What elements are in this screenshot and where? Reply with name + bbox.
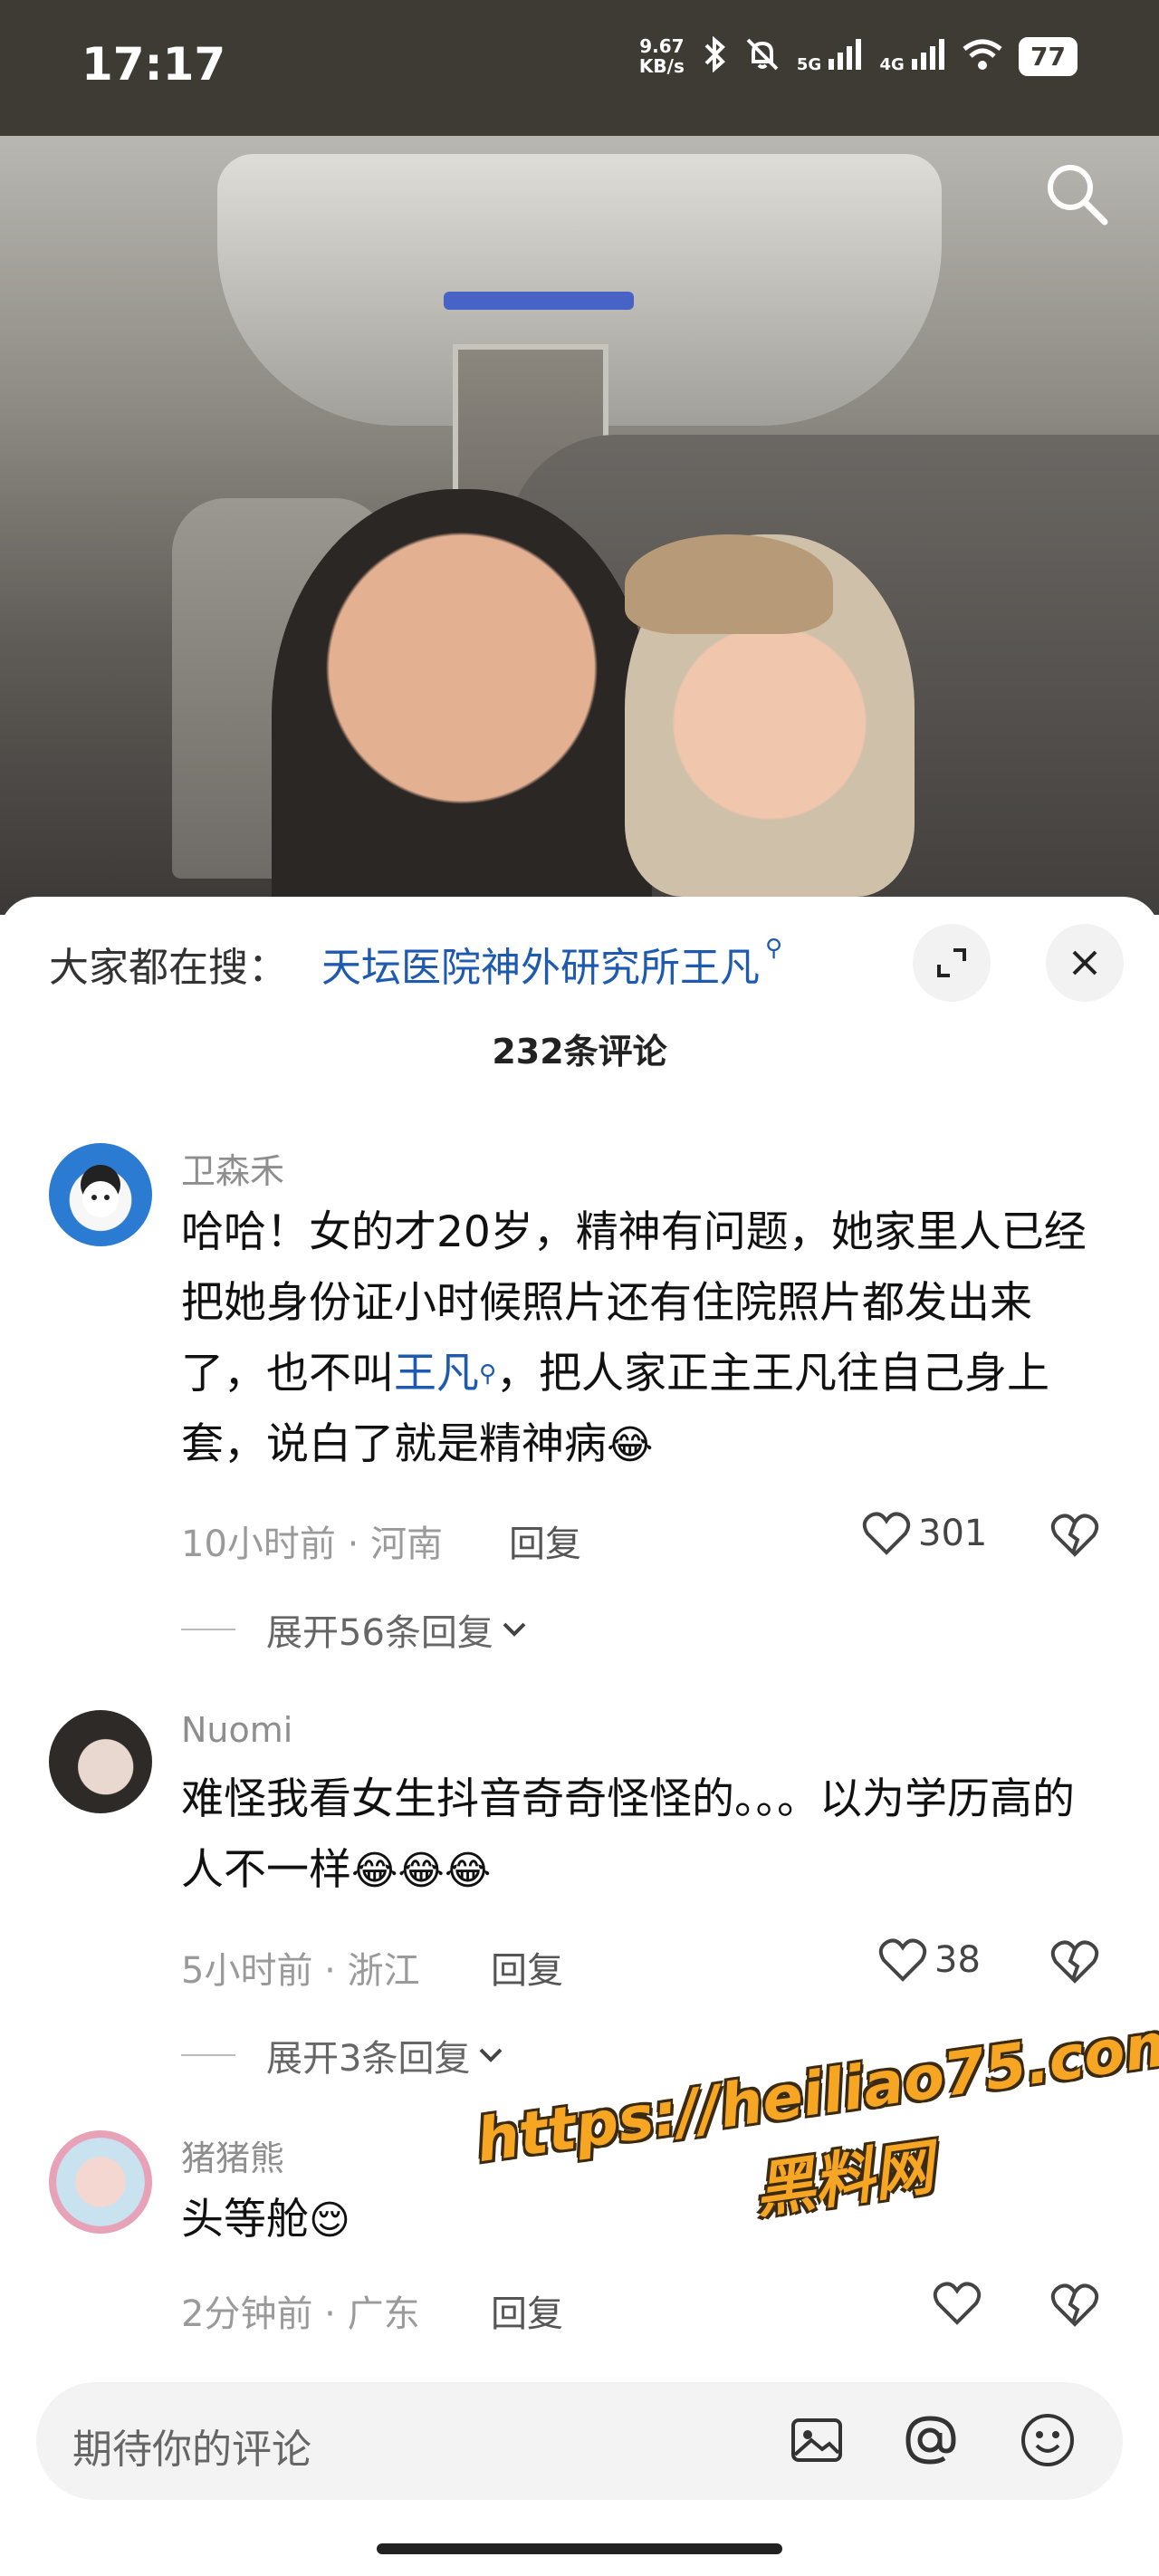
laugh-cry-emoji: 😂😂😂	[351, 1848, 492, 1894]
emoji-icon[interactable]	[1019, 2411, 1077, 2473]
search-icon: ⚲	[479, 1360, 497, 1388]
comment-meta: 5小时前 · 浙江	[181, 1950, 420, 1992]
comment-username[interactable]: Nuomi	[181, 1710, 292, 1750]
like-count: 38	[934, 1939, 981, 1981]
avatar[interactable]	[49, 1143, 152, 1246]
comment-count: 232条评论	[492, 1032, 667, 1072]
relieved-emoji: 😌	[309, 2197, 350, 2244]
broken-heart-icon	[1050, 1940, 1099, 1984]
close-button[interactable]	[1046, 924, 1124, 1002]
close-icon	[1072, 950, 1097, 976]
bluetooth-icon	[701, 35, 728, 76]
comment-text: 哈哈！女的才20岁，精神有问题，她家里人已经把她身份证小时候照片还有住院照片都发…	[181, 1207, 1087, 1469]
wifi-icon	[963, 38, 1002, 74]
heart-icon	[862, 1512, 911, 1555]
home-indicator[interactable]	[377, 2543, 782, 2554]
net-speed: 9.67 KB/s	[638, 35, 685, 77]
avatar[interactable]	[49, 1710, 152, 1813]
reply-button[interactable]: 回复	[491, 2284, 563, 2337]
heart-icon	[878, 1938, 927, 1982]
photo-person-man	[272, 489, 652, 915]
like-button[interactable]: 38	[878, 1937, 981, 1983]
status-time: 17:17	[81, 38, 226, 91]
comment-meta: 10小时前 · 河南	[181, 1523, 444, 1565]
reply-button[interactable]: 回复	[491, 1941, 563, 1994]
chevron-down-icon	[503, 1622, 526, 1637]
broken-heart-icon	[1050, 2283, 1099, 2327]
trending-search-link[interactable]: 天坛医院神外研究所王凡 ⚲	[321, 935, 782, 993]
comment-meta: 2分钟前 · 广东	[181, 2293, 420, 2335]
dislike-button[interactable]	[1050, 1939, 1099, 1988]
comment-input[interactable]: 期待你的评论	[36, 2382, 1123, 2500]
laugh-cry-emoji: 😂	[607, 1422, 654, 1468]
like-button[interactable]: 301	[862, 1511, 987, 1556]
search-icon[interactable]	[1041, 159, 1114, 235]
dislike-button[interactable]	[1050, 2283, 1099, 2331]
expand-icon	[937, 948, 966, 977]
search-icon: ⚲	[765, 935, 783, 962]
status-bar: 17:17 9.67 KB/s 5G 4G 77	[0, 0, 1159, 136]
comment-sheet: 大家都在搜： 天坛医院神外研究所王凡 ⚲ 232条评论	[0, 897, 1159, 2576]
photo-hat	[625, 534, 833, 634]
expand-replies-button[interactable]: 展开3条回复	[181, 2029, 504, 2081]
mute-icon	[744, 36, 781, 76]
photo-led-display	[444, 292, 634, 310]
like-button[interactable]	[933, 2281, 982, 2326]
avatar[interactable]	[49, 2130, 152, 2234]
chevron-down-icon	[480, 2048, 503, 2062]
expand-button[interactable]	[913, 924, 991, 1002]
like-count: 301	[918, 1513, 988, 1554]
trending-label: 大家都在搜：	[49, 945, 288, 991]
image-icon[interactable]	[788, 2411, 846, 2473]
signal-5g-icon: 5G	[797, 38, 864, 74]
heart-icon	[933, 2282, 982, 2325]
comment-username[interactable]: 卫森禾	[181, 1143, 284, 1193]
comment-input-placeholder: 期待你的评论	[72, 2427, 311, 2473]
expand-replies-button[interactable]: 展开56条回复	[181, 1603, 528, 1656]
comment-search-link[interactable]: 王凡	[394, 1349, 479, 1399]
mention-icon[interactable]	[901, 2411, 959, 2473]
status-icons: 9.67 KB/s 5G 4G 77	[638, 35, 1078, 77]
reply-button[interactable]: 回复	[509, 1514, 581, 1567]
signal-4g-icon: 4G	[879, 38, 946, 74]
comment-text: 难怪我看女生抖音奇奇怪怪的。。。以为学历高的人不一样😂😂😂	[181, 1774, 1075, 1895]
comment-username[interactable]: 猪猪熊	[181, 2130, 284, 2180]
broken-heart-icon	[1050, 1514, 1099, 1557]
dislike-button[interactable]	[1050, 1513, 1099, 1562]
battery-icon: 77	[1019, 36, 1078, 76]
video-photo[interactable]	[0, 136, 1159, 915]
